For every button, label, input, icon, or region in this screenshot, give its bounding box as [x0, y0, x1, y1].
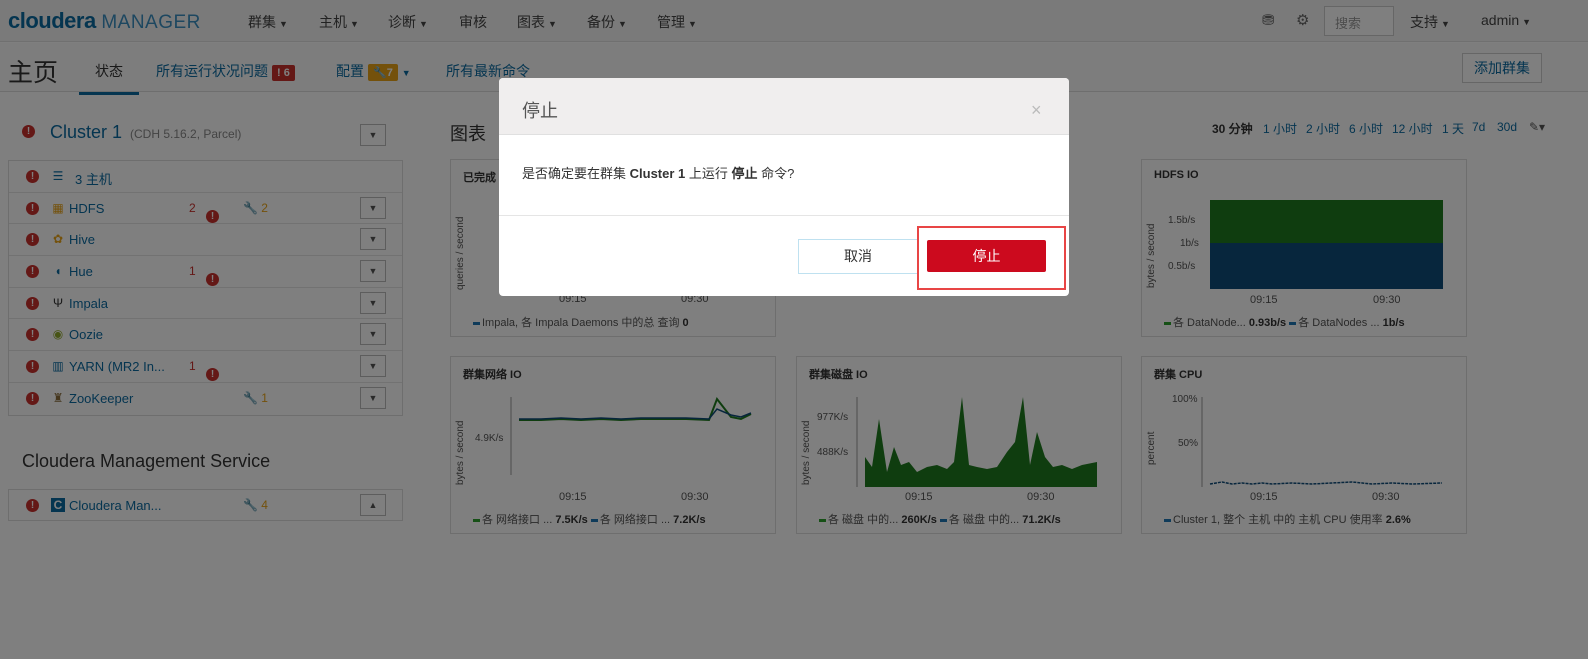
dialog-title: 停止: [522, 101, 558, 121]
cancel-button[interactable]: 取消: [798, 239, 918, 274]
stop-button-highlight: [917, 226, 1066, 290]
dialog-divider: [499, 215, 1069, 216]
stop-confirm-dialog: 停止 × 是否确定要在群集 Cluster 1 上运行 停止 命令? 取消 停止: [499, 78, 1069, 296]
dialog-message: 是否确定要在群集 Cluster 1 上运行 停止 命令?: [522, 166, 795, 181]
close-icon[interactable]: ×: [1031, 100, 1042, 121]
dialog-header: 停止 ×: [499, 78, 1069, 135]
